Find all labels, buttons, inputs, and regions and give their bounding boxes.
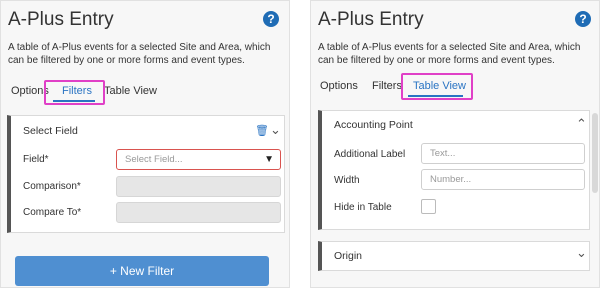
panel-title: A-Plus Entry — [8, 9, 114, 30]
dropdown-caret-icon: ▼ — [264, 154, 274, 165]
width-placeholder: Number... — [430, 174, 472, 185]
panel-description: A table of A-Plus events for a selected … — [8, 42, 271, 66]
comparison-select — [116, 176, 281, 197]
tab-filters[interactable]: Filters — [372, 80, 402, 92]
tab-highlight-box — [44, 80, 105, 105]
field-select[interactable]: Select Field... ▼ — [116, 149, 281, 170]
help-icon[interactable]: ? — [263, 11, 279, 27]
additional-label-placeholder: Text... — [430, 148, 456, 159]
field-select-placeholder: Select Field... — [125, 154, 183, 165]
chevron-down-icon[interactable]: ⌄ — [270, 122, 281, 138]
field-label: Field* — [23, 154, 49, 165]
additional-label-input[interactable]: Text... — [421, 143, 585, 164]
compare-to-label: Compare To* — [23, 207, 82, 218]
tab-options[interactable]: Options — [320, 80, 358, 92]
new-filter-button[interactable]: + New Filter — [15, 256, 269, 286]
scrollbar[interactable] — [592, 113, 598, 193]
tab-highlight-box — [401, 73, 473, 100]
compare-to-input — [116, 202, 281, 223]
width-label: Width — [334, 175, 360, 186]
table-view-panel: A-Plus Entry ? A table of A-Plus events … — [310, 0, 600, 288]
additional-label-label: Additional Label — [334, 149, 406, 160]
filters-panel: A-Plus Entry ? A table of A-Plus events … — [0, 0, 290, 288]
width-input[interactable]: Number... — [421, 169, 585, 190]
panel-description: A table of A-Plus events for a selected … — [318, 42, 581, 66]
panel-title: A-Plus Entry — [318, 9, 424, 30]
origin-card-title: Origin — [334, 250, 363, 262]
tab-table-view[interactable]: Table View — [104, 85, 157, 97]
chevron-up-icon[interactable]: ⌃ — [576, 116, 587, 132]
filter-card: Select Field 🗑 ⌄ Field* Select Field... … — [7, 115, 285, 233]
hide-in-table-label: Hide in Table — [334, 202, 392, 213]
comparison-label: Comparison* — [23, 181, 81, 192]
origin-card[interactable]: Origin ⌄ — [318, 241, 590, 271]
column-card-title: Accounting Point — [334, 119, 413, 131]
filter-card-title: Select Field — [23, 125, 78, 137]
trash-icon[interactable]: 🗑 — [255, 124, 269, 137]
chevron-down-icon[interactable]: ⌄ — [576, 245, 587, 261]
help-icon[interactable]: ? — [575, 11, 591, 27]
hide-in-table-checkbox[interactable] — [421, 199, 436, 214]
column-card: Accounting Point ⌃ Additional Label Text… — [318, 110, 590, 230]
